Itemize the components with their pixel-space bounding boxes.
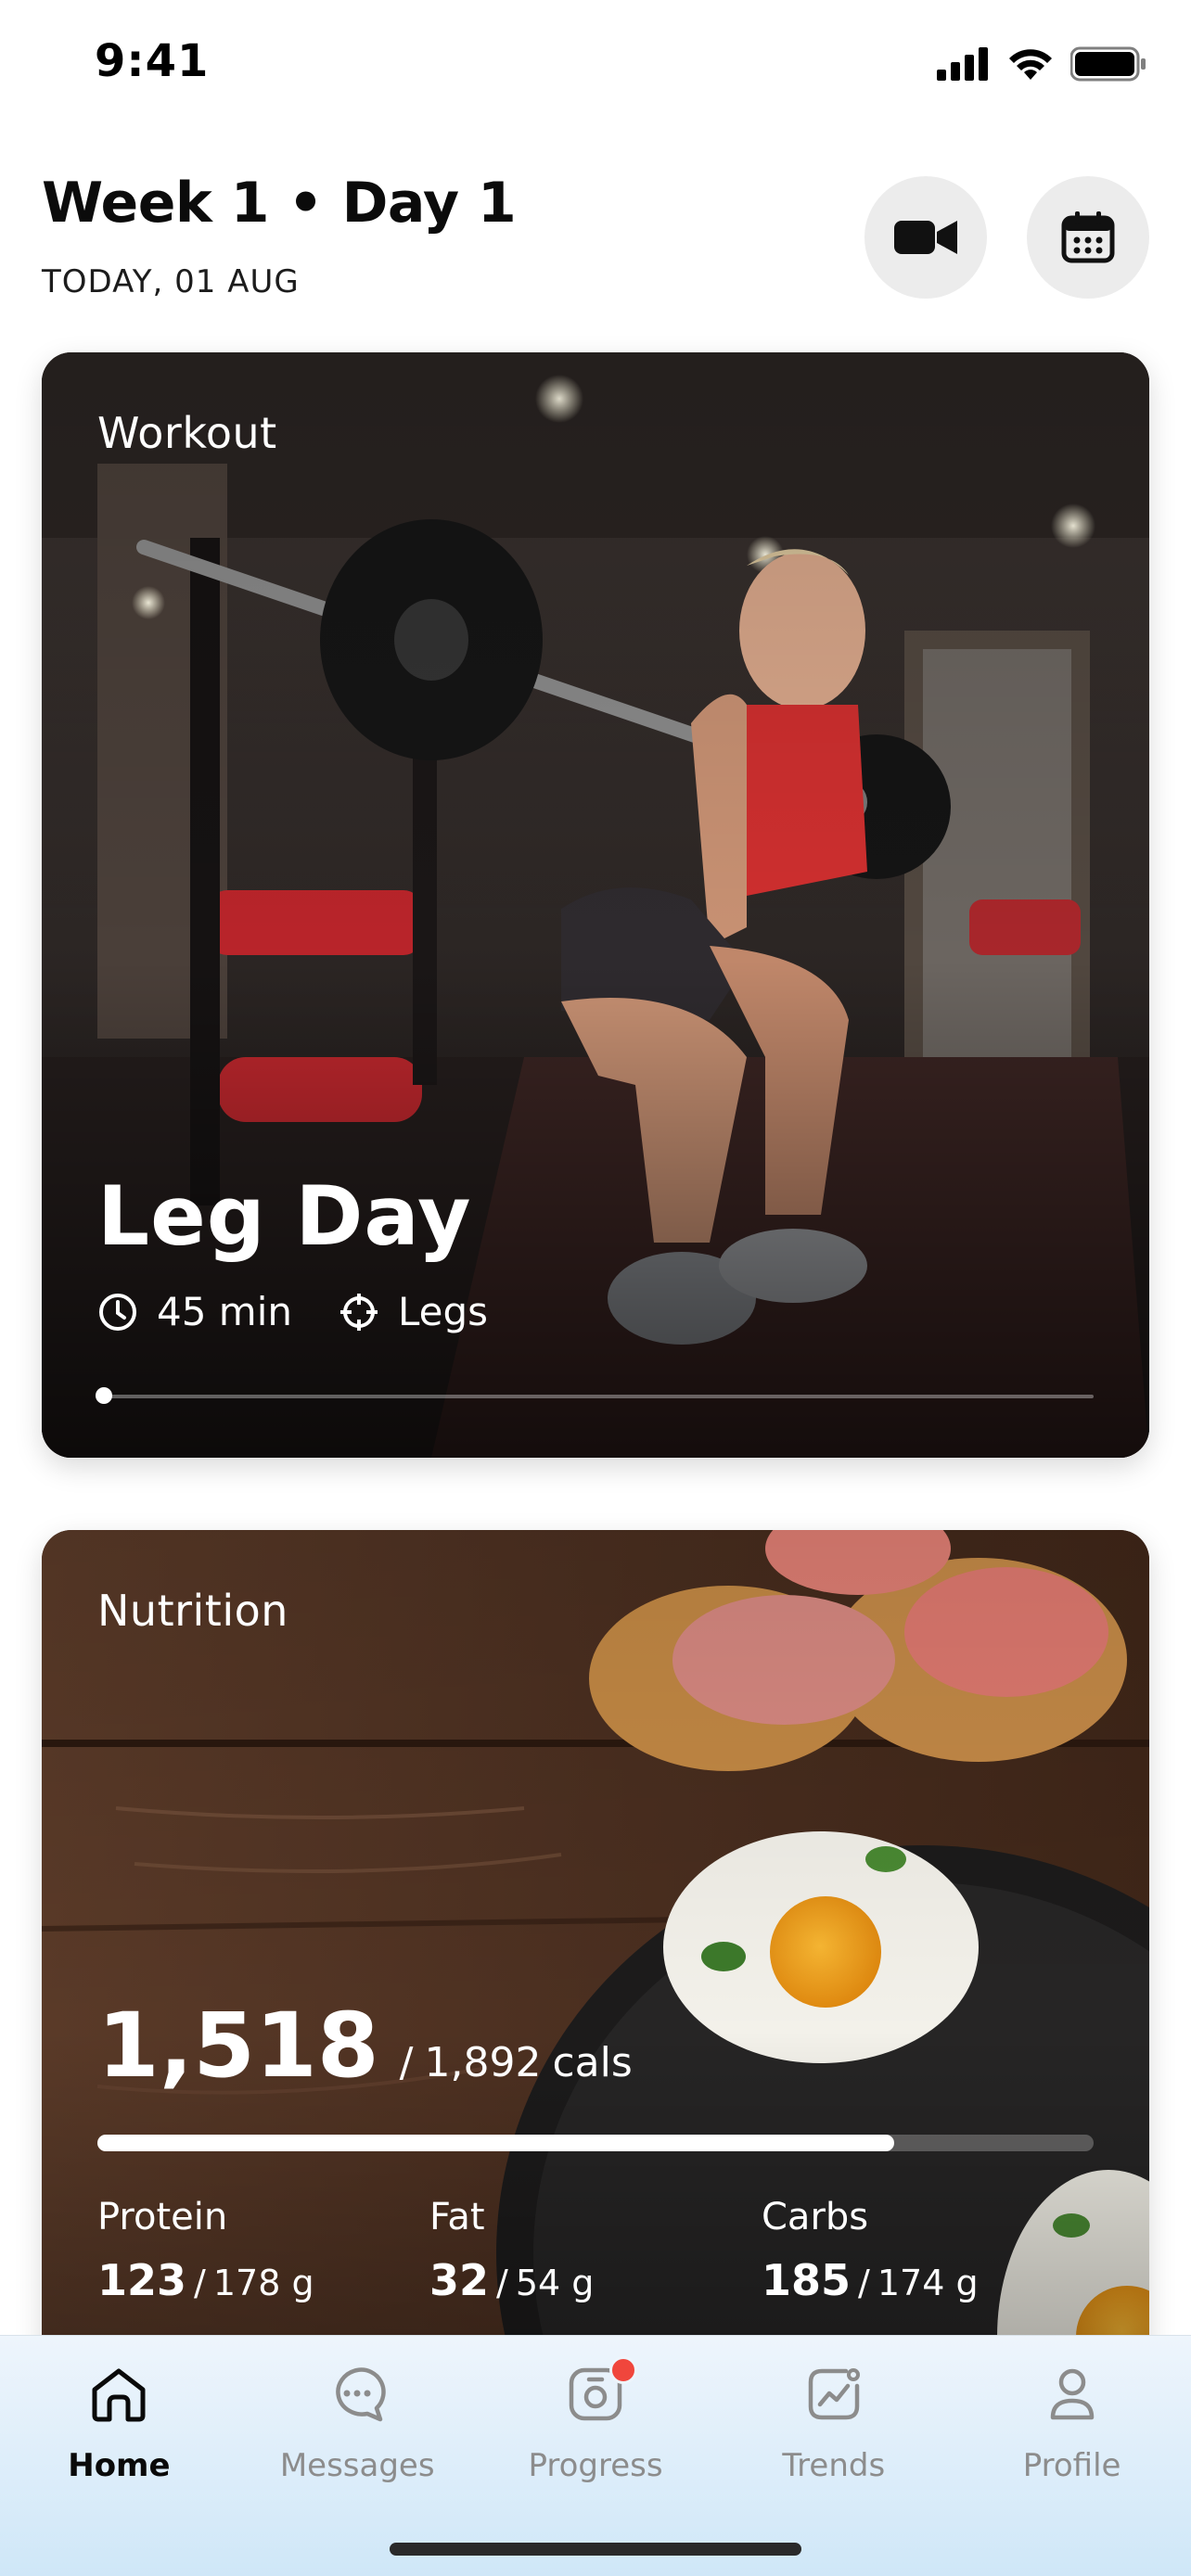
nutrition-label: Nutrition — [97, 1586, 288, 1636]
tab-label: Profile — [1022, 2447, 1121, 2484]
video-camera-icon — [894, 221, 957, 254]
workout-card[interactable]: Workout Leg Day 45 min Legs — [42, 352, 1149, 1458]
macro-protein: Protein 123 / 178 g — [97, 2196, 429, 2305]
home-icon — [86, 2362, 151, 2427]
macro-values: 32 / 54 g — [429, 2255, 762, 2305]
focus-meta: Legs — [339, 1289, 488, 1334]
macro-label: Protein — [97, 2196, 228, 2238]
macro-current: 123 — [97, 2255, 187, 2305]
calories-summary: 1,518 / 1,892 cals — [97, 1994, 633, 2098]
workout-label: Workout — [97, 408, 277, 458]
clock-icon — [99, 1293, 136, 1331]
tab-home[interactable]: Home — [0, 2336, 238, 2521]
macro-label: Fat — [429, 2196, 485, 2238]
calories-separator: / — [399, 2039, 414, 2086]
tab-label: Progress — [528, 2447, 663, 2484]
tab-label: Trends — [782, 2447, 886, 2484]
status-time: 9:41 — [95, 35, 210, 87]
tab-bar: Home Messages Progress Trends Profile — [0, 2335, 1191, 2576]
calories-unit: cals — [552, 2039, 633, 2086]
macro-label: Carbs — [762, 2196, 869, 2238]
tab-messages[interactable]: Messages — [238, 2336, 477, 2521]
calendar-button[interactable] — [1027, 176, 1149, 299]
macro-separator: / — [194, 2263, 206, 2303]
macro-goal: 54 g — [515, 2263, 595, 2303]
macro-goal: 174 g — [877, 2263, 979, 2303]
workout-progress-indicator — [96, 1387, 112, 1404]
header: Week 1 • Day 1 TODAY, 01 AUG — [42, 167, 1149, 315]
macro-carbs: Carbs 185 / 174 g — [762, 2196, 1094, 2305]
calendar-icon — [1061, 211, 1115, 263]
target-icon — [340, 1293, 378, 1331]
date-subtitle: TODAY, 01 AUG — [42, 263, 300, 300]
macro-current: 185 — [762, 2255, 852, 2305]
notification-badge — [608, 2356, 637, 2384]
macro-current: 32 — [429, 2255, 490, 2305]
workout-meta: 45 min Legs — [97, 1289, 488, 1334]
workout-progress-bar — [96, 1387, 1094, 1404]
cellular-signal-icon — [937, 47, 988, 81]
tab-label: Home — [68, 2447, 171, 2484]
macro-fat: Fat 32 / 54 g — [429, 2196, 762, 2305]
calories-current: 1,518 — [97, 1994, 379, 2098]
calories-progress-bar — [97, 2135, 1094, 2151]
page-title: Week 1 • Day 1 — [42, 171, 517, 236]
video-call-button[interactable] — [864, 176, 987, 299]
calories-progress-fill — [97, 2135, 895, 2151]
macro-separator: / — [496, 2263, 508, 2303]
home-indicator — [390, 2543, 801, 2556]
macro-goal: 178 g — [212, 2263, 314, 2303]
battery-icon — [1070, 46, 1146, 82]
workout-focus: Legs — [398, 1289, 489, 1334]
workout-duration: 45 min — [157, 1289, 292, 1334]
user-icon — [1040, 2362, 1105, 2427]
trend-chart-icon — [801, 2362, 866, 2427]
status-icons — [937, 46, 1146, 82]
tab-progress[interactable]: Progress — [477, 2336, 715, 2521]
calories-goal: 1,892 — [424, 2039, 542, 2086]
macro-values: 185 / 174 g — [762, 2255, 1094, 2305]
workout-title: Leg Day — [97, 1168, 472, 1264]
chat-icon — [325, 2362, 390, 2427]
macros-row: Protein 123 / 178 g Fat 32 / 54 g Carbs … — [97, 2196, 1094, 2305]
macro-separator: / — [858, 2263, 870, 2303]
status-bar: 9:41 — [0, 0, 1191, 130]
wifi-icon — [1009, 49, 1052, 80]
tab-trends[interactable]: Trends — [714, 2336, 953, 2521]
tab-profile[interactable]: Profile — [953, 2336, 1191, 2521]
tab-label: Messages — [279, 2447, 435, 2484]
macro-values: 123 / 178 g — [97, 2255, 429, 2305]
duration-meta: 45 min — [97, 1289, 292, 1334]
camera-icon — [563, 2356, 637, 2427]
